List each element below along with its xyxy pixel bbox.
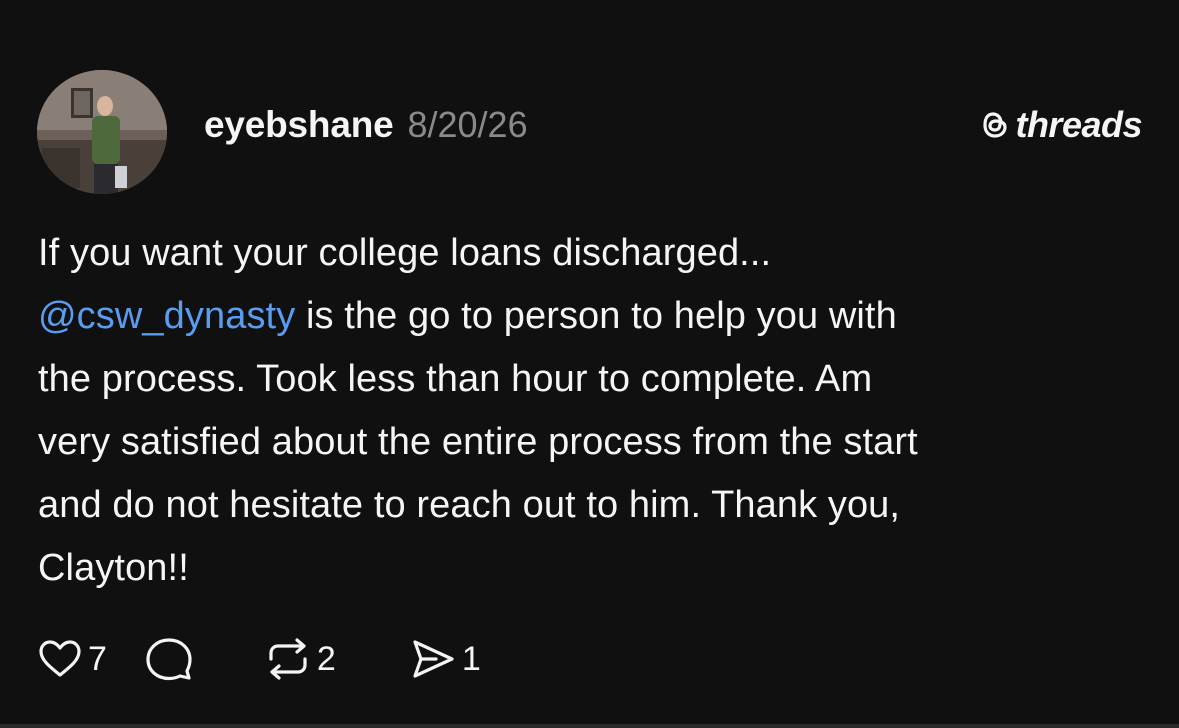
username[interactable]: eyebshane <box>204 104 394 146</box>
post-header: eyebshane 8/20/26 <box>204 104 528 148</box>
mention-link[interactable]: @csw_dynasty <box>38 295 295 337</box>
repost-icon <box>269 638 307 680</box>
post-line-text: very satisfied about the entire process … <box>38 421 918 463</box>
post-line-4: very satisfied about the entire process … <box>38 411 1148 474</box>
post-line-text: is the go to person to help you with <box>295 295 897 337</box>
post-line-text: the process. Took less than hour to comp… <box>38 358 873 400</box>
like-count: 7 <box>88 639 107 678</box>
like-button[interactable]: 7 <box>38 639 107 679</box>
threads-post: eyebshane 8/20/26 threads If you want yo… <box>0 0 1179 728</box>
repost-button[interactable]: 2 <box>265 637 336 681</box>
post-date: 8/20/26 <box>407 104 528 145</box>
repost-count: 2 <box>316 639 336 678</box>
post-line-text: If you want your college loans discharge… <box>38 232 772 274</box>
share-count: 1 <box>461 639 481 678</box>
share-icon <box>413 640 454 678</box>
post-line-2: @csw_dynasty is the go to person to help… <box>38 285 1148 348</box>
threads-logo-icon <box>983 112 1008 138</box>
post-body: If you want your college loans discharge… <box>38 222 1148 600</box>
threads-brand: threads <box>979 104 1142 146</box>
post-line-text: Clayton!! <box>38 547 189 589</box>
post-line-3: the process. Took less than hour to comp… <box>38 348 1148 411</box>
post-line-text: and do not hesitate to reach out to him.… <box>38 484 901 526</box>
threads-wordmark: threads <box>1015 104 1142 145</box>
share-button[interactable]: 1 <box>410 638 481 680</box>
comment-icon <box>146 638 192 681</box>
post-line-1: If you want your college loans discharge… <box>38 222 1148 285</box>
post-line-5: and do not hesitate to reach out to him.… <box>38 474 1148 537</box>
post-line-6: Clayton!! <box>38 537 1148 600</box>
comment-button[interactable] <box>145 637 193 681</box>
post-actions: 7 2 1 <box>38 636 481 682</box>
avatar[interactable] <box>37 70 167 194</box>
heart-icon <box>39 640 81 677</box>
avatar-photo <box>37 70 167 194</box>
post-divider <box>0 724 1179 728</box>
